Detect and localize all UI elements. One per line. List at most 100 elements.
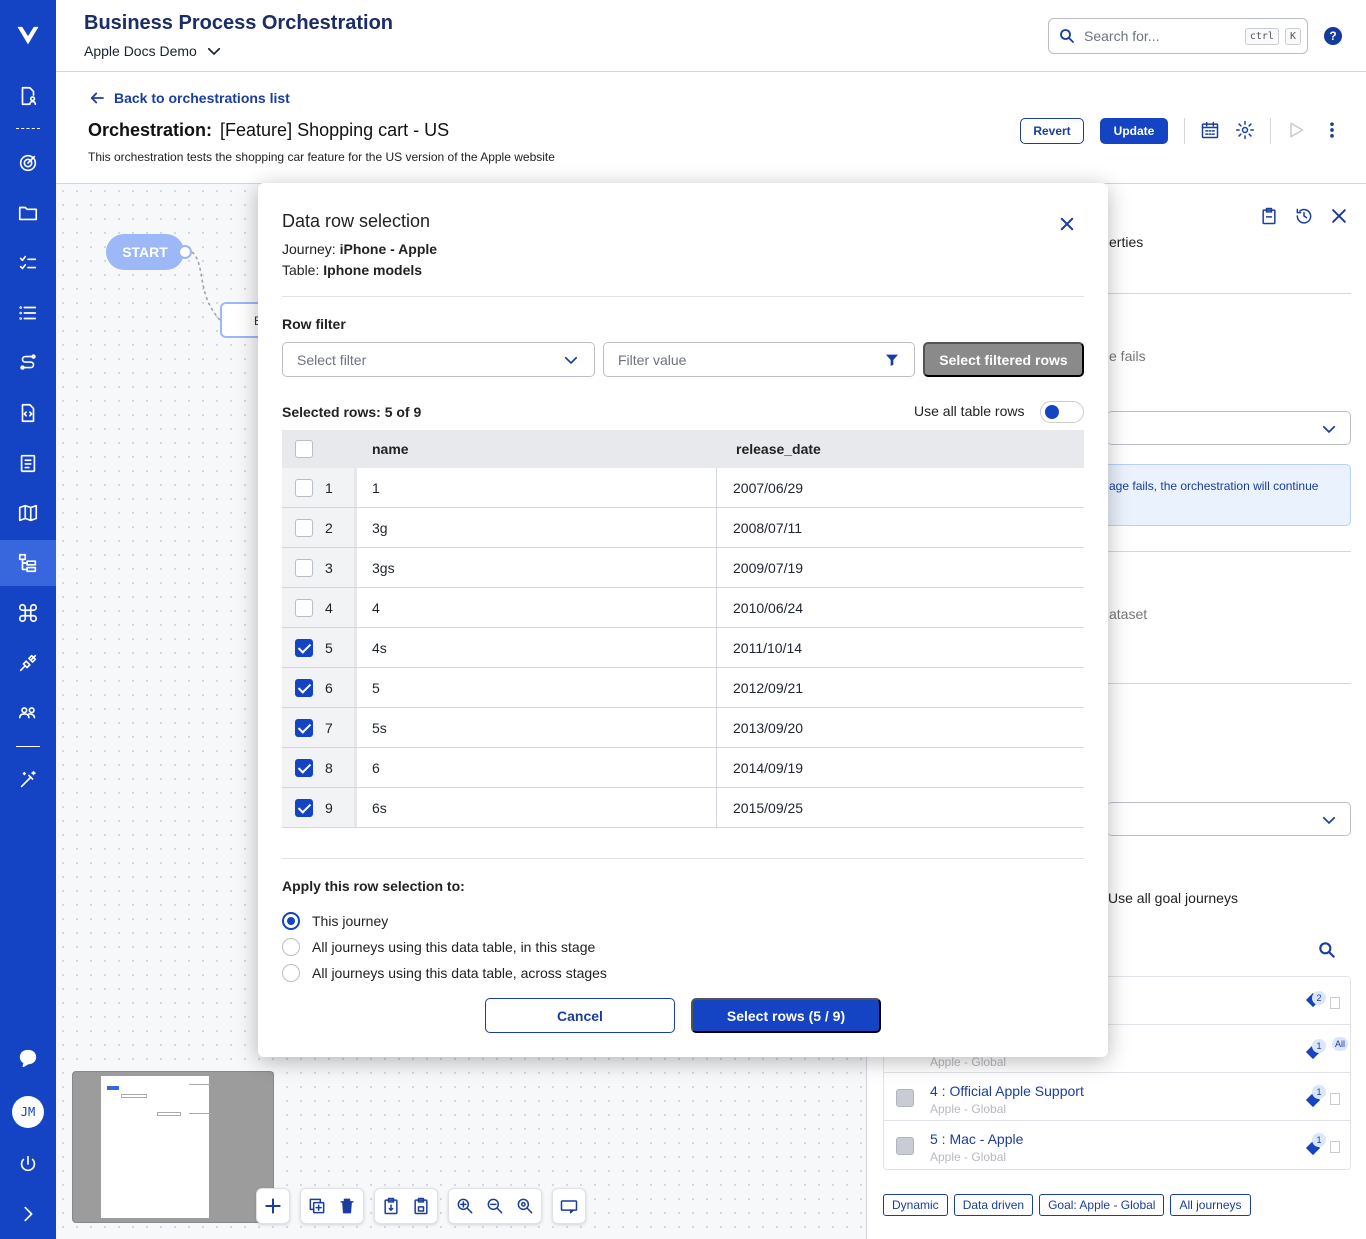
document-person-icon[interactable] (0, 73, 56, 119)
radio-button[interactable] (282, 964, 300, 982)
trash-icon[interactable] (337, 1196, 357, 1216)
folder-icon[interactable] (0, 190, 56, 236)
command-icon[interactable] (0, 590, 56, 636)
play-icon[interactable] (1286, 120, 1308, 142)
vendor-logo-icon[interactable] (0, 12, 56, 58)
use-all-rows-toggle[interactable] (1040, 401, 1084, 423)
checklist-icon[interactable] (0, 240, 56, 286)
map-icon[interactable] (0, 490, 56, 536)
cell-name[interactable]: 1 (354, 468, 717, 507)
minimap[interactable] (72, 1071, 274, 1223)
revert-button[interactable]: Revert (1020, 118, 1084, 144)
chat-icon[interactable] (0, 1035, 56, 1081)
radio-button[interactable] (282, 912, 300, 930)
list-item-checkbox[interactable] (896, 1137, 914, 1155)
cell-release-date[interactable]: 2015/09/25 (717, 788, 1084, 827)
row-checkbox[interactable] (295, 758, 313, 777)
cell-name[interactable]: 4 (354, 588, 717, 627)
row-checkbox[interactable] (295, 478, 313, 497)
row-checkbox[interactable] (295, 558, 313, 577)
cell-name[interactable]: 6s (354, 788, 717, 827)
row-checkbox[interactable] (295, 598, 313, 617)
row-checkbox[interactable] (295, 798, 313, 817)
chevron-right-icon[interactable] (0, 1191, 56, 1237)
start-node[interactable]: START (106, 234, 184, 270)
users-icon[interactable] (0, 690, 56, 736)
cell-name[interactable]: 5s (354, 708, 717, 747)
row-checkbox[interactable] (295, 718, 313, 737)
file-code-icon[interactable] (0, 390, 56, 436)
history-icon[interactable] (1294, 206, 1316, 228)
zoom-fit-icon[interactable] (515, 1196, 535, 1216)
filter-value-input[interactable]: Filter value (603, 342, 915, 377)
cell-release-date[interactable]: 2014/09/19 (717, 748, 1084, 787)
select-all-checkbox[interactable] (295, 440, 313, 458)
gear-icon[interactable] (1235, 120, 1257, 142)
workspace-selector[interactable]: Apple Docs Demo (84, 42, 223, 60)
table-row[interactable]: 9 6s 2015/09/25 (282, 788, 1084, 828)
zoom-out-icon[interactable] (485, 1196, 505, 1216)
cell-name[interactable]: 5 (354, 668, 717, 707)
route-icon[interactable] (0, 340, 56, 386)
cell-release-date[interactable]: 2010/06/24 (717, 588, 1084, 627)
duplicate-icon[interactable] (307, 1196, 327, 1216)
table-row[interactable]: 3 3gs 2009/07/19 (282, 548, 1084, 588)
panel-select[interactable] (1107, 802, 1351, 836)
add-icon[interactable] (263, 1196, 283, 1216)
cell-name[interactable]: 3g (354, 508, 717, 547)
close-icon[interactable] (1058, 215, 1076, 233)
cell-name[interactable]: 4s (354, 628, 717, 667)
paste-icon[interactable] (1259, 206, 1281, 228)
panel-select[interactable] (1107, 411, 1351, 445)
start-node-port[interactable] (178, 245, 192, 259)
table-row[interactable]: 4 4 2010/06/24 (282, 588, 1084, 628)
tag-chip[interactable]: Goal: Apple - Global (1039, 1194, 1165, 1216)
table-row[interactable]: 2 3g 2008/07/11 (282, 508, 1084, 548)
help-icon[interactable]: ? (1324, 27, 1342, 45)
tag-chip[interactable]: Dynamic (883, 1194, 948, 1216)
list-item[interactable]: 4 : Official Apple Support Apple - Globa… (884, 1073, 1350, 1121)
column-header-name[interactable]: name (354, 430, 717, 468)
orchestration-icon[interactable] (0, 540, 56, 586)
table-row[interactable]: 7 5s 2013/09/20 (282, 708, 1084, 748)
row-checkbox[interactable] (295, 678, 313, 697)
back-to-list-link[interactable]: Back to orchestrations list (88, 89, 290, 107)
magic-icon[interactable] (0, 757, 56, 803)
cell-release-date[interactable]: 2009/07/19 (717, 548, 1084, 587)
cell-release-date[interactable]: 2013/09/20 (717, 708, 1084, 747)
table-row[interactable]: 5 4s 2011/10/14 (282, 628, 1084, 668)
list-item-checkbox[interactable] (896, 1089, 914, 1107)
table-row[interactable]: 8 6 2014/09/19 (282, 748, 1084, 788)
filter-select[interactable]: Select filter (282, 342, 595, 377)
select-rows-button[interactable]: Select rows (5 / 9) (691, 998, 881, 1033)
power-icon[interactable] (0, 1141, 56, 1187)
list-icon[interactable] (0, 290, 56, 336)
cell-release-date[interactable]: 2008/07/11 (717, 508, 1084, 547)
zoom-in-icon[interactable] (455, 1196, 475, 1216)
row-checkbox[interactable] (295, 518, 313, 537)
cell-release-date[interactable]: 2011/10/14 (717, 628, 1084, 667)
close-panel-icon[interactable] (1329, 206, 1351, 228)
column-header-release-date[interactable]: release_date (717, 430, 1084, 468)
plug-icon[interactable] (0, 640, 56, 686)
radio-option-in-stage[interactable]: All journeys using this data table, in t… (282, 938, 595, 956)
tag-chip[interactable]: Data driven (953, 1194, 1034, 1216)
paste-icon[interactable] (411, 1196, 431, 1216)
cell-name[interactable]: 3gs (354, 548, 717, 587)
select-filtered-rows-button[interactable]: Select filtered rows (923, 342, 1084, 377)
radio-button[interactable] (282, 938, 300, 956)
target-icon[interactable] (0, 140, 56, 186)
update-button[interactable]: Update (1100, 118, 1168, 144)
cell-name[interactable]: 6 (354, 748, 717, 787)
search-input[interactable]: Search for... ctrl K (1048, 18, 1308, 54)
tag-chip[interactable]: All journeys (1170, 1194, 1251, 1216)
copy-icon[interactable] (381, 1196, 401, 1216)
radio-option-across-stages[interactable]: All journeys using this data table, acro… (282, 964, 607, 982)
table-row[interactable]: 1 1 2007/06/29 (282, 468, 1084, 508)
more-vertical-icon[interactable] (1322, 120, 1344, 142)
radio-option-this-journey[interactable]: This journey (282, 912, 388, 930)
calendar-icon[interactable] (1200, 120, 1222, 142)
cancel-button[interactable]: Cancel (485, 998, 675, 1033)
frame-icon[interactable] (559, 1196, 579, 1216)
search-icon[interactable] (1317, 940, 1339, 962)
